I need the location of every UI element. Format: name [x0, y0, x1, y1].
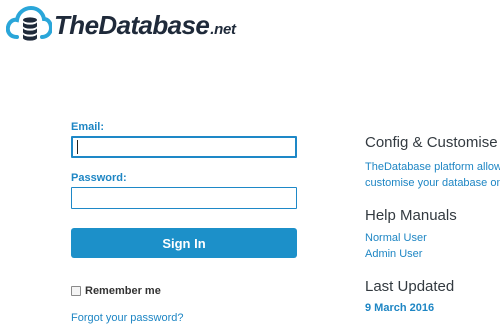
config-heading: Config & Customise — [365, 134, 498, 151]
password-field[interactable] — [71, 187, 297, 209]
remember-me-checkbox[interactable] — [71, 286, 81, 296]
config-text-line-2: customise your database online — [365, 177, 500, 189]
manual-link-normal-user[interactable]: Normal User — [365, 230, 500, 246]
email-field[interactable] — [71, 136, 297, 158]
brand-name: TheDatabase — [54, 9, 210, 40]
remember-me-label[interactable]: Remember me — [85, 285, 161, 297]
text-cursor — [77, 140, 78, 154]
email-label: Email: — [71, 121, 105, 133]
info-column: Config & Customise TheDatabase platform … — [365, 134, 500, 316]
cloud-database-icon — [6, 5, 52, 41]
last-updated-heading: Last Updated — [365, 278, 455, 295]
help-manuals-heading: Help Manuals — [365, 207, 457, 224]
site-logo[interactable]: TheDatabase .net — [6, 4, 236, 44]
login-form: Email: Password: Sign In Remember me For… — [71, 118, 297, 324]
password-label: Password: — [71, 172, 127, 184]
sign-in-button[interactable]: Sign In — [71, 228, 297, 258]
brand-suffix: .net — [210, 20, 236, 38]
config-text-line-1: TheDatabase platform allows you to — [365, 161, 500, 173]
forgot-password-link[interactable]: Forgot your password? — [71, 312, 297, 324]
last-updated-date: 9 March 2016 — [365, 302, 435, 314]
manual-link-admin-user[interactable]: Admin User — [365, 246, 500, 262]
remember-me[interactable]: Remember me — [71, 285, 297, 297]
